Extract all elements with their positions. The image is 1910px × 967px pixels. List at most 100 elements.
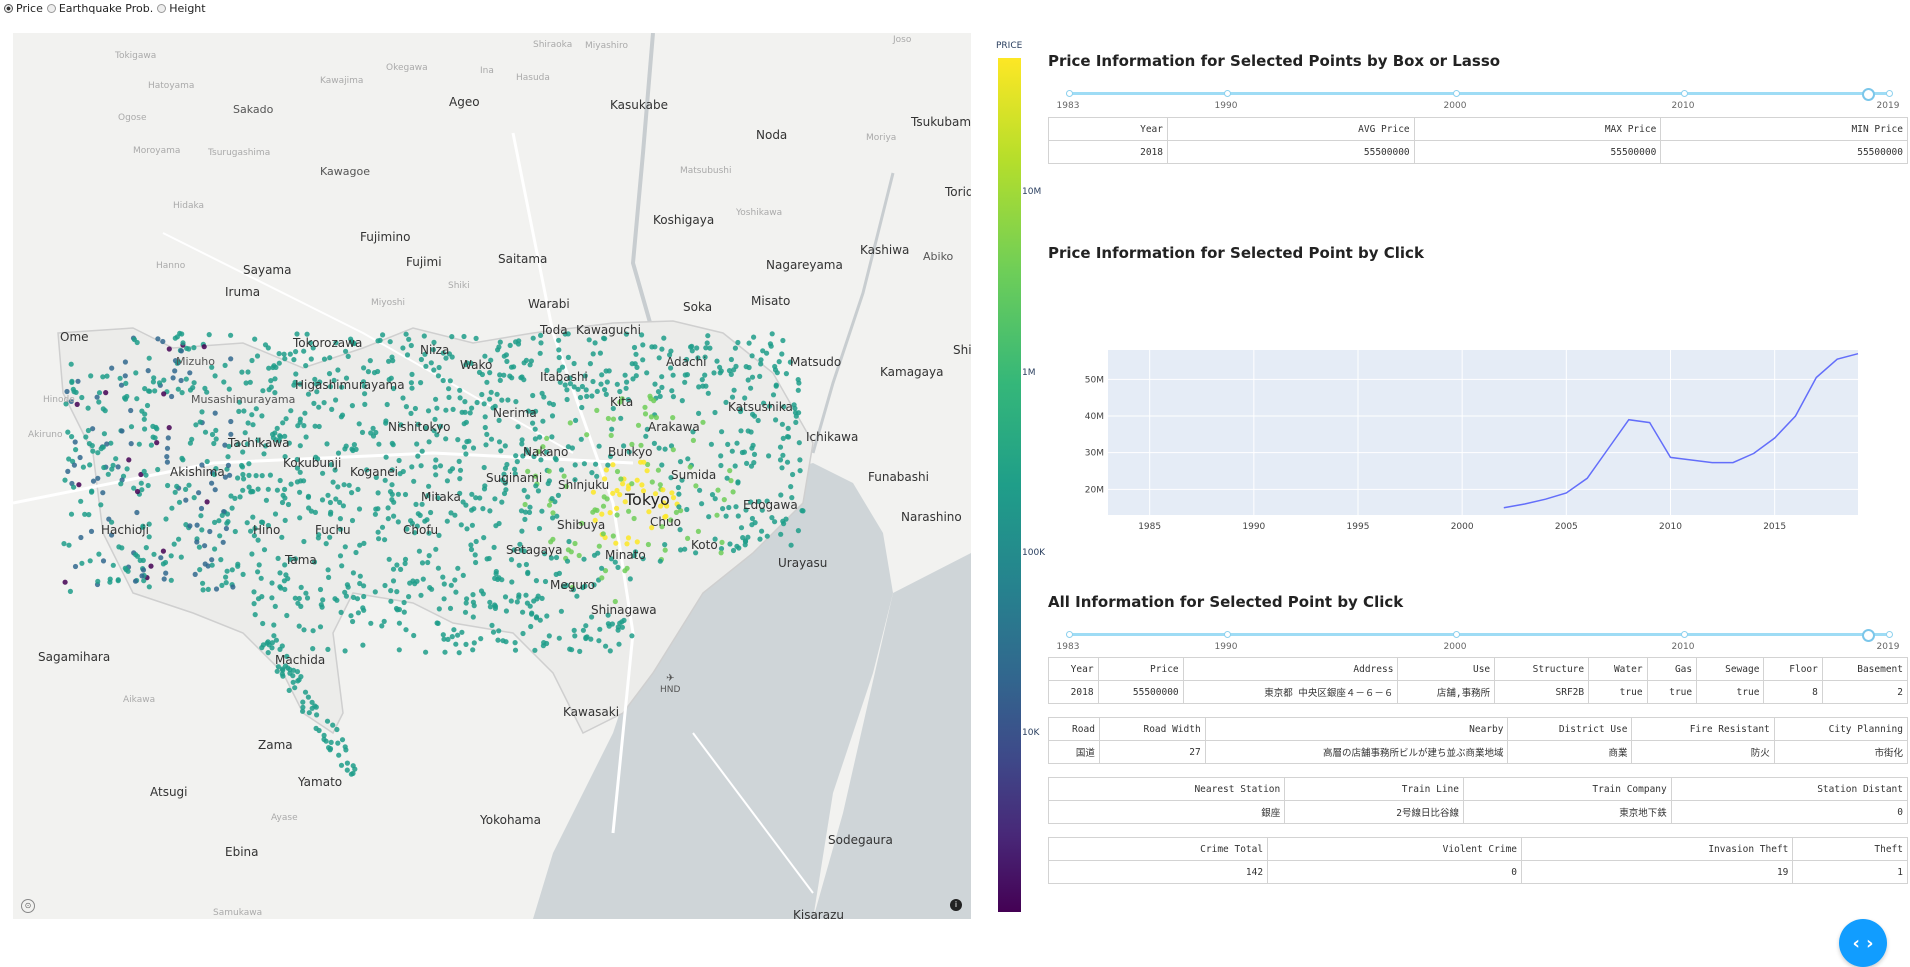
slider-mark[interactable] bbox=[1681, 90, 1688, 97]
price-dot[interactable] bbox=[275, 555, 281, 562]
price-dot[interactable] bbox=[95, 450, 101, 456]
price-dot[interactable] bbox=[105, 471, 111, 477]
price-dot[interactable] bbox=[502, 443, 508, 449]
price-dot[interactable] bbox=[213, 427, 219, 433]
price-dot[interactable] bbox=[429, 586, 435, 592]
price-dot[interactable] bbox=[321, 732, 327, 739]
price-dot[interactable] bbox=[610, 490, 616, 496]
price-dot[interactable] bbox=[522, 501, 528, 508]
price-dot[interactable] bbox=[317, 586, 324, 593]
price-dot[interactable] bbox=[470, 599, 476, 605]
price-dot[interactable] bbox=[779, 421, 786, 427]
price-dot[interactable] bbox=[426, 483, 432, 489]
price-dot[interactable] bbox=[204, 499, 210, 505]
price-dot[interactable] bbox=[164, 459, 170, 465]
price-dot[interactable] bbox=[607, 648, 613, 654]
price-dot[interactable] bbox=[297, 489, 303, 495]
price-dot[interactable] bbox=[505, 397, 511, 403]
price-dot[interactable] bbox=[426, 553, 432, 559]
price-dot[interactable] bbox=[728, 356, 735, 363]
price-dot[interactable] bbox=[226, 386, 232, 392]
price-dot[interactable] bbox=[589, 470, 595, 476]
price-dot[interactable] bbox=[769, 515, 775, 521]
price-dot[interactable] bbox=[463, 451, 469, 457]
price-dot[interactable] bbox=[424, 517, 430, 523]
price-dot[interactable] bbox=[662, 542, 668, 548]
price-dot[interactable] bbox=[469, 522, 475, 528]
price-dot[interactable] bbox=[288, 481, 294, 487]
price-dot[interactable] bbox=[452, 577, 458, 583]
price-dot[interactable] bbox=[271, 633, 277, 639]
price-dot[interactable] bbox=[301, 478, 307, 484]
price-dot[interactable] bbox=[559, 364, 566, 370]
price-dot[interactable] bbox=[75, 378, 81, 384]
price-dot[interactable] bbox=[323, 541, 329, 547]
price-dot[interactable] bbox=[291, 357, 297, 363]
price-dot[interactable] bbox=[597, 350, 604, 356]
price-dot[interactable] bbox=[707, 345, 713, 351]
price-dot[interactable] bbox=[379, 623, 385, 629]
price-dot[interactable] bbox=[154, 426, 160, 432]
price-dot[interactable] bbox=[145, 368, 151, 374]
price-dot[interactable] bbox=[450, 406, 456, 412]
price-dot[interactable] bbox=[556, 635, 562, 641]
price-dot[interactable] bbox=[521, 377, 527, 383]
price-dot[interactable] bbox=[156, 380, 163, 386]
price-dot[interactable] bbox=[326, 574, 332, 581]
price-dot[interactable] bbox=[550, 515, 556, 521]
price-dot[interactable] bbox=[462, 399, 468, 405]
price-dot[interactable] bbox=[350, 618, 356, 625]
price-dot[interactable] bbox=[488, 389, 494, 395]
price-dot[interactable] bbox=[148, 442, 154, 448]
price-dot[interactable] bbox=[760, 348, 766, 354]
price-dot[interactable] bbox=[436, 606, 442, 612]
price-dot[interactable] bbox=[191, 495, 197, 501]
price-dot[interactable] bbox=[603, 391, 609, 397]
price-dot[interactable] bbox=[223, 525, 229, 532]
price-dot[interactable] bbox=[564, 396, 570, 403]
price-dot[interactable] bbox=[469, 491, 475, 497]
price-dot[interactable] bbox=[395, 519, 401, 525]
price-dot[interactable] bbox=[74, 401, 80, 407]
price-dot[interactable] bbox=[425, 559, 431, 566]
price-dot[interactable] bbox=[85, 405, 91, 411]
price-dot[interactable] bbox=[174, 334, 180, 340]
price-dot[interactable] bbox=[533, 578, 540, 584]
price-dot[interactable] bbox=[171, 541, 177, 547]
price-dot[interactable] bbox=[497, 372, 503, 378]
price-dot[interactable] bbox=[281, 578, 287, 584]
price-dot[interactable] bbox=[571, 360, 577, 367]
price-dot[interactable] bbox=[599, 575, 605, 581]
price-dot[interactable] bbox=[451, 627, 457, 633]
price-dot[interactable] bbox=[279, 643, 285, 649]
price-dot[interactable] bbox=[303, 590, 309, 596]
price-dot[interactable] bbox=[622, 372, 628, 378]
price-dot[interactable] bbox=[228, 356, 234, 362]
price-dot[interactable] bbox=[729, 394, 736, 400]
slider-mark[interactable] bbox=[1224, 631, 1231, 638]
price-dot[interactable] bbox=[473, 495, 479, 501]
price-dot[interactable] bbox=[128, 407, 134, 414]
price-dot[interactable] bbox=[447, 605, 454, 612]
price-dot[interactable] bbox=[96, 390, 103, 396]
price-dot[interactable] bbox=[640, 357, 646, 363]
price-dot[interactable] bbox=[720, 506, 726, 512]
price-dot[interactable] bbox=[184, 345, 190, 351]
price-dot[interactable] bbox=[718, 453, 724, 459]
price-dot[interactable] bbox=[492, 605, 498, 612]
price-dot[interactable] bbox=[336, 752, 342, 758]
price-dot[interactable] bbox=[228, 332, 234, 338]
price-dot[interactable] bbox=[703, 383, 709, 389]
price-dot[interactable] bbox=[325, 492, 331, 498]
price-dot[interactable] bbox=[575, 386, 581, 392]
price-dot[interactable] bbox=[400, 395, 406, 401]
price-dot[interactable] bbox=[103, 390, 109, 396]
price-dot[interactable] bbox=[462, 409, 468, 415]
price-dot[interactable] bbox=[544, 640, 550, 647]
price-dot[interactable] bbox=[409, 371, 415, 377]
price-dot[interactable] bbox=[420, 576, 426, 582]
price-dot[interactable] bbox=[472, 552, 478, 558]
price-dot[interactable] bbox=[295, 600, 301, 606]
price-dot[interactable] bbox=[512, 640, 518, 646]
price-dot[interactable] bbox=[752, 520, 758, 526]
